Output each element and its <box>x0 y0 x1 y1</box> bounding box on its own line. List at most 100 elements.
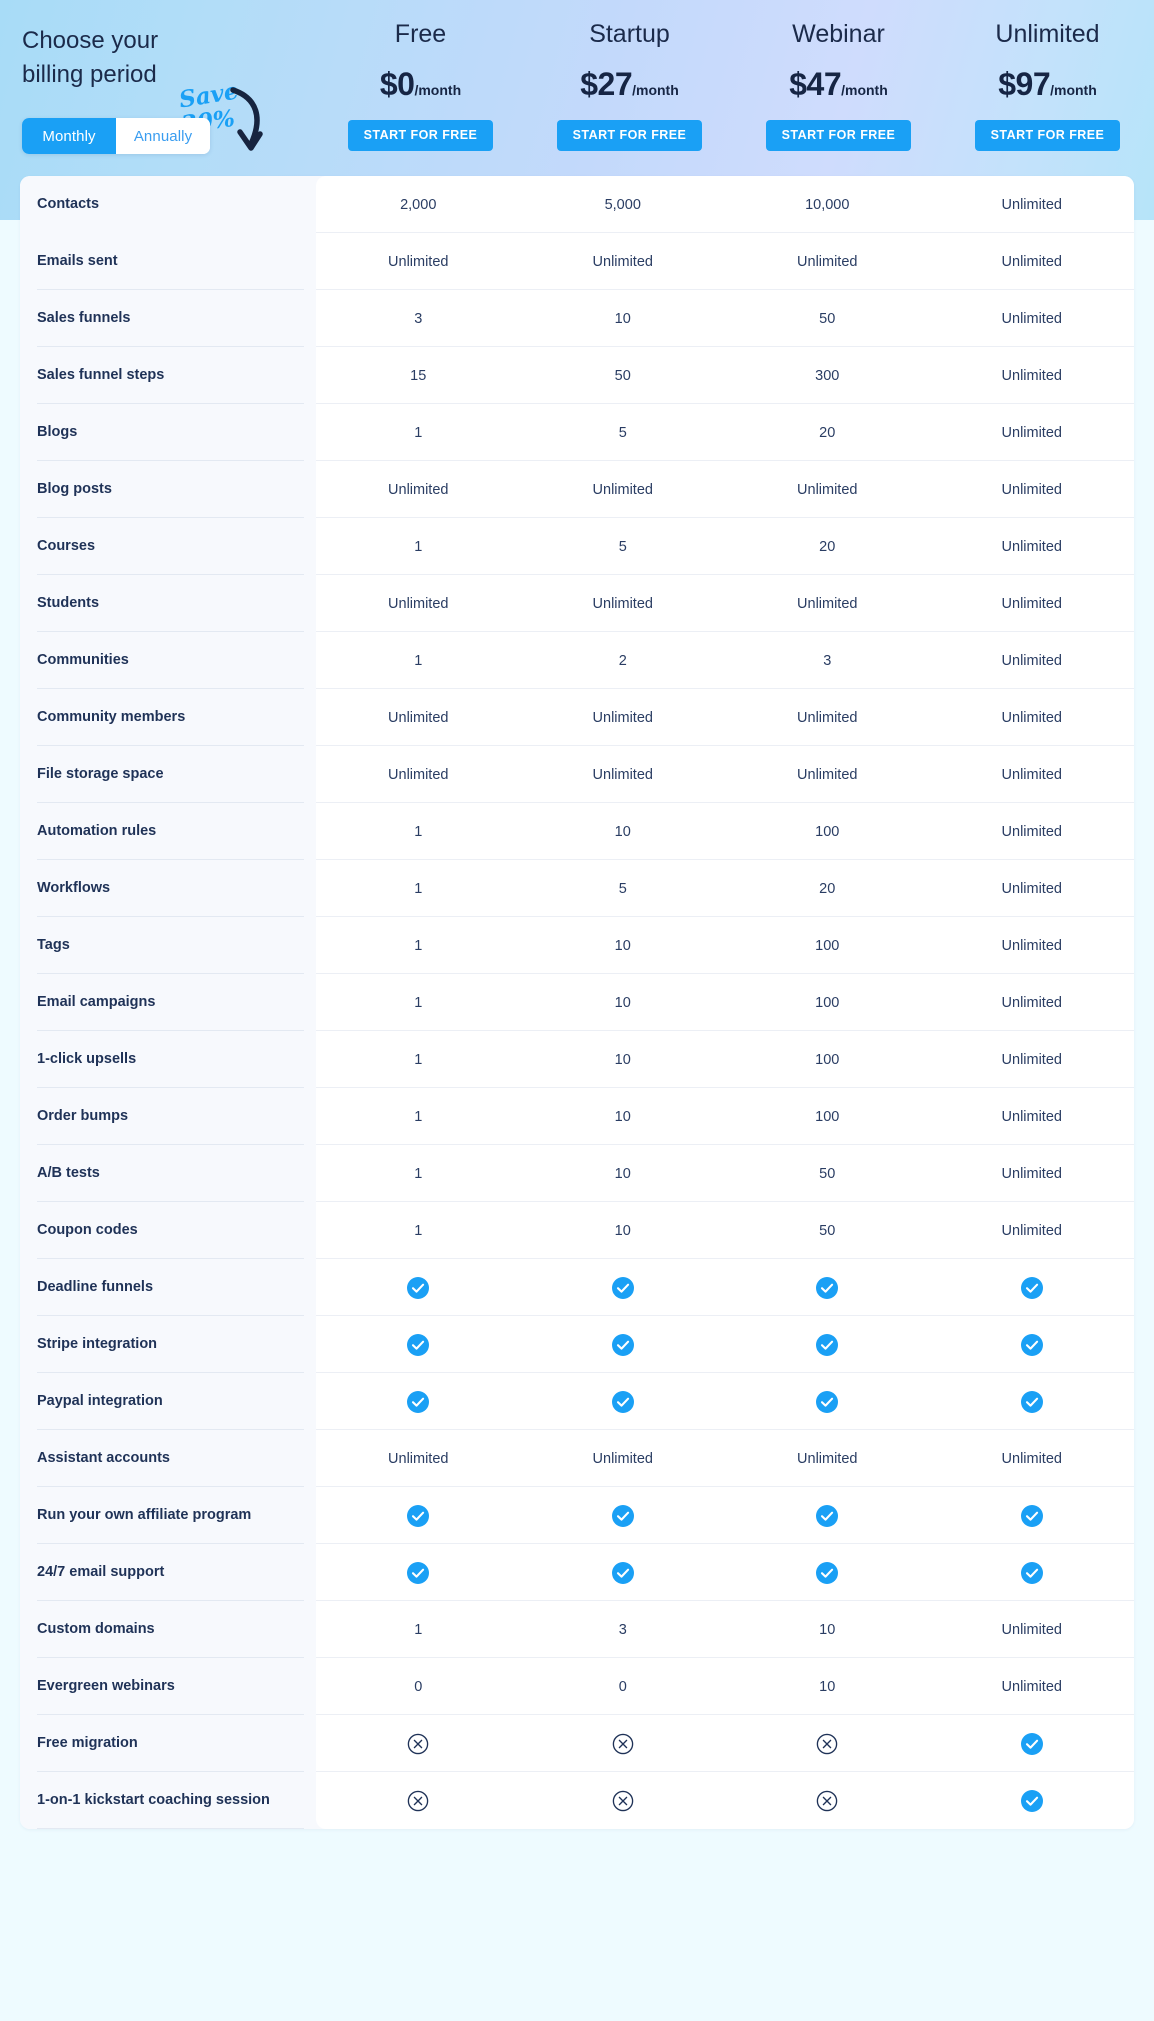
billing-period-title: Choose your billing period <box>22 27 159 89</box>
check-circle-icon <box>725 1373 930 1430</box>
start-for-free-button[interactable]: START FOR FREE <box>556 120 703 151</box>
feature-value-cell: 10 <box>819 1678 836 1695</box>
table-row: Blogs 1 5 20 Unlimited <box>20 404 1134 461</box>
feature-comparison-card: Contacts 2,000 5,000 10,000 Unlimited Emails … <box>20 176 1134 1829</box>
plan-name: Free <box>394 20 447 48</box>
plan-price: $27/month <box>525 68 734 100</box>
feature-label-cell: Evergreen webinars <box>20 1658 316 1715</box>
feature-values: Unlimited Unlimited Unlimited Unlimited <box>316 1430 1134 1487</box>
feature-label-cell: Workflows <box>20 860 316 917</box>
feature-label-cell: File storage space <box>20 746 316 803</box>
toggle-option-monthly[interactable]: Monthly <box>22 118 116 154</box>
feature-value-cell: Unlimited <box>388 595 449 612</box>
feature-label-cell: Courses <box>20 518 316 575</box>
feature-label-cell: Emails sent <box>20 233 316 290</box>
check-circle-icon <box>930 1487 1135 1544</box>
feature-label: Tags <box>37 937 70 954</box>
toggle-option-annually[interactable]: Annually <box>116 118 210 154</box>
feature-label: Email campaigns <box>37 994 156 1011</box>
check-circle-icon <box>930 1373 1135 1430</box>
table-row: Deadline funnels <box>20 1259 1134 1316</box>
curved-arrow-icon <box>230 87 263 151</box>
feature-values <box>316 1316 1134 1373</box>
table-row: Students Unlimited Unlimited Unlimited Unlim… <box>20 575 1134 632</box>
table-row: Free migration <box>20 1715 1134 1772</box>
check-circle-icon <box>316 1544 521 1601</box>
feature-label: Automation rules <box>37 823 157 840</box>
feature-value-cell: 50 <box>819 1222 836 1239</box>
feature-value-cell: Unlimited <box>797 481 858 498</box>
pricing-comparison-page: Choose your billing period Save 30% Mont… <box>0 0 1154 2021</box>
check-circle-icon <box>521 1373 726 1430</box>
feature-values: Unlimited Unlimited Unlimited Unlimited <box>316 689 1134 746</box>
feature-value-cell: 2 <box>618 652 627 669</box>
feature-label: 1-click upsells <box>37 1051 137 1068</box>
table-row: Automation rules 1 10 100 Unlimited <box>20 803 1134 860</box>
feature-value-cell: Unlimited <box>1001 709 1062 726</box>
feature-label: Communities <box>37 652 129 669</box>
feature-value-cell: 100 <box>815 994 840 1011</box>
feature-label-cell: Tags <box>20 917 316 974</box>
feature-value-cell: 1 <box>414 1108 423 1125</box>
check-circle-icon <box>930 1715 1135 1772</box>
table-row: Contacts 2,000 5,000 10,000 Unlimited <box>20 176 1134 233</box>
check-circle-icon <box>930 1259 1135 1316</box>
start-for-free-button[interactable]: START FOR FREE <box>765 120 912 151</box>
feature-label-cell: Email campaigns <box>20 974 316 1031</box>
feature-label: Emails sent <box>37 253 118 270</box>
table-row: Evergreen webinars 0 0 10 Unlimited <box>20 1658 1134 1715</box>
check-circle-icon <box>316 1373 521 1430</box>
feature-label-cell: Blogs <box>20 404 316 461</box>
table-row: Sales funnels 3 10 50 Unlimited <box>20 290 1134 347</box>
cross-circle-icon <box>521 1772 726 1829</box>
check-circle-icon <box>316 1487 521 1544</box>
check-circle-icon <box>521 1259 726 1316</box>
feature-value-cell: 20 <box>819 880 836 897</box>
table-row: Emails sent Unlimited Unlimited Unlimited Un… <box>20 233 1134 290</box>
table-row: 1-click upsells 1 10 100 Unlimited <box>20 1031 1134 1088</box>
start-for-free-button[interactable]: START FOR FREE <box>347 120 494 151</box>
feature-value-cell: 10 <box>614 1051 631 1068</box>
feature-values: Unlimited Unlimited Unlimited Unlimited <box>316 575 1134 632</box>
feature-values: Unlimited Unlimited Unlimited Unlimited <box>316 461 1134 518</box>
start-for-free-button[interactable]: START FOR FREE <box>974 120 1121 151</box>
feature-label-cell: Sales funnels <box>20 290 316 347</box>
feature-value-cell: 5,000 <box>604 196 641 213</box>
check-circle-icon <box>316 1259 521 1316</box>
feature-label-cell: Sales funnel steps <box>20 347 316 404</box>
cross-circle-icon <box>725 1772 930 1829</box>
plan-price-amount: $47 <box>789 66 842 102</box>
feature-value-cell: 1 <box>414 424 423 441</box>
feature-values: 15 50 300 Unlimited <box>316 347 1134 404</box>
feature-value-cell: 10 <box>614 1108 631 1125</box>
feature-value-cell: 300 <box>815 367 840 384</box>
feature-value-cell: Unlimited <box>592 253 653 270</box>
feature-value-cell: 100 <box>815 937 840 954</box>
check-circle-icon <box>725 1259 930 1316</box>
feature-label-cell: Coupon codes <box>20 1202 316 1259</box>
check-circle-icon <box>725 1487 930 1544</box>
feature-value-cell: Unlimited <box>1001 1678 1062 1695</box>
feature-label-cell: Contacts <box>20 176 316 233</box>
plan-price: $0/month <box>316 68 525 100</box>
feature-label: Order bumps <box>37 1108 129 1125</box>
feature-value-cell: 10,000 <box>805 196 850 213</box>
feature-label-cell: A/B tests <box>20 1145 316 1202</box>
table-row: Blog posts Unlimited Unlimited Unlimited Unl… <box>20 461 1134 518</box>
plan-price-amount: $97 <box>998 66 1051 102</box>
feature-value-cell: Unlimited <box>1001 1165 1062 1182</box>
feature-value-cell: 1 <box>414 1621 423 1638</box>
feature-label: Blog posts <box>37 481 112 498</box>
table-row: A/B tests 1 10 50 Unlimited <box>20 1145 1134 1202</box>
feature-value-cell: 1 <box>414 937 423 954</box>
feature-value-cell: Unlimited <box>1001 424 1062 441</box>
table-row: 1-on-1 kickstart coaching session <box>20 1772 1134 1829</box>
feature-values: 1 10 50 Unlimited <box>316 1202 1134 1259</box>
feature-value-cell: 100 <box>815 1051 840 1068</box>
feature-values: 1 10 100 Unlimited <box>316 1031 1134 1088</box>
feature-label: Paypal integration <box>37 1393 163 1410</box>
feature-label: Evergreen webinars <box>37 1678 175 1695</box>
billing-toggle[interactable]: Monthly Annually <box>22 118 210 154</box>
plan-name: Startup <box>589 20 670 48</box>
feature-value-cell: Unlimited <box>388 766 449 783</box>
